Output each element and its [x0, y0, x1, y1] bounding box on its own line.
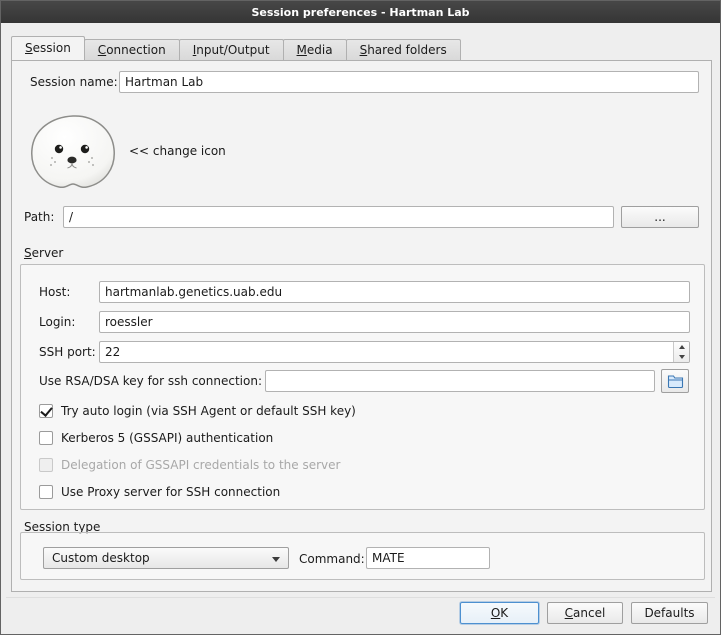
tab-bar: Session Connection Input/Output Media Sh… — [11, 36, 460, 60]
spin-down-icon — [679, 355, 685, 359]
session-type-groupbox: Custom desktop Command: — [20, 532, 705, 580]
login-label: Login: — [39, 314, 75, 330]
defaults-button[interactable]: Defaults — [631, 602, 708, 624]
kerberos-checkbox-row[interactable]: Kerberos 5 (GSSAPI) authentication — [39, 430, 273, 446]
server-group-label: Server — [24, 245, 63, 261]
session-preferences-dialog: Session preferences - Hartman Lab Sessio… — [0, 0, 721, 635]
rsa-key-browse-button[interactable] — [661, 369, 689, 393]
proxy-checkbox[interactable] — [39, 485, 53, 499]
session-type-dropdown[interactable]: Custom desktop — [43, 547, 289, 569]
gssapi-delegation-checkbox — [39, 458, 53, 472]
host-input[interactable] — [99, 281, 690, 303]
dropdown-arrow-icon — [272, 557, 280, 562]
path-input[interactable] — [63, 206, 614, 228]
ssh-port-label: SSH port: — [39, 344, 96, 360]
tab-media[interactable]: Media — [283, 39, 347, 60]
tab-shared-folders[interactable]: Shared folders — [346, 39, 461, 60]
ok-button[interactable]: OK — [460, 602, 539, 624]
command-input[interactable] — [366, 547, 490, 569]
change-icon-label[interactable]: << change icon — [129, 143, 226, 159]
window-title: Session preferences - Hartman Lab — [251, 6, 469, 19]
auto-login-checkbox-row[interactable]: Try auto login (via SSH Agent or default… — [39, 403, 356, 419]
title-bar[interactable]: Session preferences - Hartman Lab — [1, 1, 720, 23]
proxy-label: Use Proxy server for SSH connection — [61, 484, 280, 500]
rsa-key-label: Use RSA/DSA key for ssh connection: — [39, 373, 262, 389]
ssh-port-spin-buttons — [673, 342, 689, 362]
session-name-label: Session name: — [30, 74, 118, 90]
ssh-port-spinbox — [99, 341, 690, 363]
path-browse-button[interactable]: ... — [621, 206, 699, 228]
session-icon[interactable] — [28, 112, 118, 192]
session-tab-panel: Session name: — [11, 60, 712, 592]
path-label: Path: — [24, 209, 54, 225]
gssapi-delegation-checkbox-row: Delegation of GSSAPI credentials to the … — [39, 457, 340, 473]
kerberos-label: Kerberos 5 (GSSAPI) authentication — [61, 430, 273, 446]
session-name-input[interactable] — [119, 71, 699, 93]
kerberos-checkbox[interactable] — [39, 431, 53, 445]
login-input[interactable] — [99, 311, 690, 333]
ssh-port-input[interactable] — [99, 341, 690, 363]
footer-separator — [6, 597, 715, 598]
cancel-button[interactable]: Cancel — [547, 602, 623, 624]
tab-connection[interactable]: Connection — [84, 39, 180, 60]
server-groupbox: Host: Login: SSH port: Use RSA/DSA key f… — [20, 264, 705, 510]
folder-icon — [667, 374, 684, 388]
host-label: Host: — [39, 284, 70, 300]
gssapi-delegation-label: Delegation of GSSAPI credentials to the … — [61, 457, 340, 473]
rsa-key-input[interactable] — [265, 370, 655, 392]
seal-icon — [28, 112, 118, 192]
tab-session[interactable]: Session — [11, 36, 85, 60]
command-label: Command: — [299, 551, 365, 567]
auto-login-checkbox[interactable] — [39, 404, 53, 418]
auto-login-label: Try auto login (via SSH Agent or default… — [61, 403, 356, 419]
spin-up-icon — [679, 345, 685, 349]
spin-up-button[interactable] — [674, 342, 689, 352]
proxy-checkbox-row[interactable]: Use Proxy server for SSH connection — [39, 484, 280, 500]
spin-down-button[interactable] — [674, 352, 689, 362]
session-type-selected: Custom desktop — [52, 551, 150, 565]
tab-input-output[interactable]: Input/Output — [179, 39, 284, 60]
